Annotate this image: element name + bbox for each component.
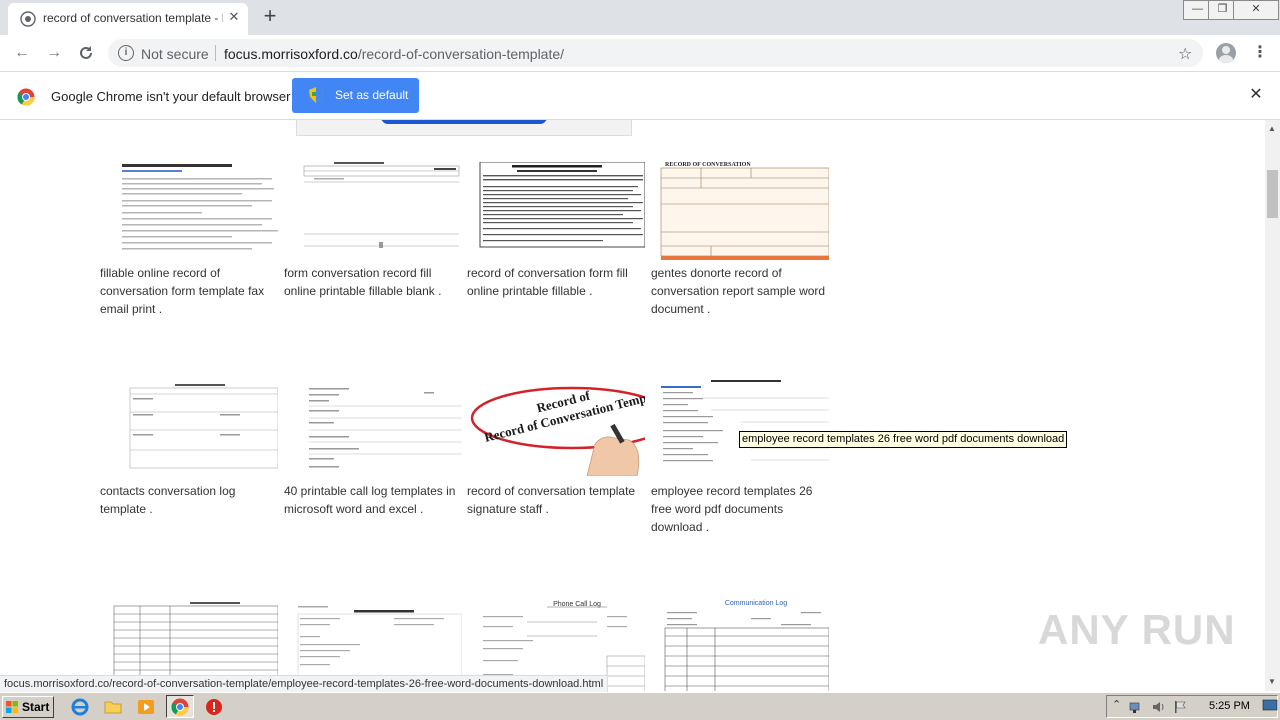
gallery-thumb-12[interactable]: Communication Log (651, 596, 829, 691)
default-browser-infobar: Google Chrome isn't your default browser… (0, 71, 1280, 120)
url-path: /record-of-conversation-template/ (357, 46, 565, 62)
uac-shield-icon (309, 87, 323, 103)
ad-button[interactable] (381, 120, 547, 124)
gallery-caption-2[interactable]: form conversation record fill online pri… (284, 264, 459, 300)
thumb-12-title: Communication Log (725, 600, 787, 607)
windows-flag-icon (6, 701, 18, 713)
forward-arrow-icon[interactable]: → (44, 43, 64, 63)
chrome-logo-icon (17, 88, 35, 106)
gallery-thumb-4[interactable]: RECORD OF CONVERSATION (651, 162, 829, 260)
set-as-default-button[interactable]: Set as default (292, 78, 419, 113)
tab-active[interactable]: record of conversation template - Fo ✕ (8, 3, 248, 35)
start-label: Start (22, 700, 50, 714)
avatar-head (1222, 46, 1230, 54)
gallery-thumb-5[interactable] (100, 378, 278, 476)
reload-icon[interactable] (77, 44, 95, 62)
scroll-up-arrow-icon[interactable]: ▲ (1268, 124, 1276, 133)
chrome-icon (171, 698, 189, 716)
address-bar[interactable]: i Not secure focus.morrisoxford.co/recor… (108, 39, 1203, 67)
gallery-caption-1[interactable]: fillable online record of conversation f… (100, 264, 275, 318)
globe-icon (20, 11, 36, 27)
infobar-close-icon[interactable]: ✕ (1248, 87, 1264, 103)
security-label: Not secure (141, 46, 209, 62)
close-window-button[interactable]: ✕ (1233, 0, 1279, 20)
show-desktop-icon[interactable] (1262, 698, 1278, 714)
url-text: focus.morrisoxford.co/record-of-conversa… (224, 46, 564, 62)
gallery-thumb-1[interactable] (100, 162, 278, 260)
gallery-caption-6[interactable]: 40 printable call log templates in micro… (284, 482, 459, 518)
gallery-caption-7[interactable]: record of conversation template signatur… (467, 482, 642, 518)
new-tab-button[interactable]: + (258, 4, 282, 28)
gallery-caption-8[interactable]: employee record templates 26 free word p… (651, 482, 826, 536)
address-separator (215, 45, 216, 61)
url-host: focus.morrisoxford.co (224, 46, 358, 62)
chrome-taskbar-button[interactable] (166, 695, 194, 718)
tab-strip: record of conversation template - Fo ✕ +… (0, 0, 1280, 35)
internet-explorer-icon[interactable] (71, 698, 89, 716)
watermark-logo: ANY RUN (1038, 606, 1236, 653)
avatar-body (1219, 55, 1233, 63)
link-tooltip: employee record templates 26 free word p… (739, 431, 1068, 448)
gallery-caption-3[interactable]: record of conversation form fill online … (467, 264, 642, 300)
stop-sign-icon[interactable] (205, 698, 223, 716)
folder-icon[interactable] (104, 698, 122, 716)
vertical-scrollbar[interactable]: ▲ ▼ (1265, 120, 1280, 691)
page-content: RECORD OF CONVERSATION fillable online r… (0, 120, 1265, 691)
flag-notification-icon[interactable] (1173, 700, 1187, 714)
system-tray: ⌃ 5:25 PM (1106, 695, 1278, 718)
profile-avatar-icon[interactable] (1216, 43, 1236, 63)
browser-toolbar: ← → i Not secure focus.morrisoxford.co/r… (0, 35, 1280, 71)
ad-strip (296, 120, 632, 136)
gallery-thumb-6[interactable] (284, 378, 462, 476)
tab-close-icon[interactable]: ✕ (226, 9, 242, 25)
gallery-thumb-2[interactable] (284, 162, 462, 260)
scrollbar-thumb[interactable] (1267, 170, 1278, 218)
gallery-caption-5[interactable]: contacts conversation log template . (100, 482, 275, 518)
start-button[interactable]: Start (2, 696, 54, 718)
gallery-thumb-3[interactable] (467, 162, 645, 260)
infobar-message: Google Chrome isn't your default browser (51, 89, 291, 104)
back-arrow-icon[interactable]: ← (12, 43, 32, 63)
info-icon[interactable]: i (118, 45, 134, 61)
network-icon[interactable] (1129, 700, 1143, 714)
gallery-thumb-8[interactable] (651, 378, 829, 476)
tray-expand-icon[interactable]: ⌃ (1112, 698, 1121, 711)
media-player-icon[interactable] (137, 698, 155, 716)
gallery-caption-4[interactable]: gentes donorte record of conversation re… (651, 264, 826, 318)
taskbar-clock: 5:25 PM (1209, 700, 1250, 712)
gallery-thumb-7[interactable]: Record of Record of Conversation Templ (467, 378, 645, 476)
thumb-4-header: RECORD OF CONVERSATION (665, 162, 751, 168)
set-as-default-label: Set as default (335, 88, 409, 102)
tab-title: record of conversation template - Fo (43, 11, 223, 25)
windows-taskbar: Start ⌃ 5:25 PM (0, 692, 1280, 720)
volume-icon[interactable] (1151, 700, 1165, 714)
kebab-menu-icon[interactable]: ⋮ (1252, 43, 1268, 63)
scroll-down-arrow-icon[interactable]: ▼ (1268, 677, 1276, 686)
bookmark-star-icon[interactable]: ☆ (1178, 44, 1192, 64)
